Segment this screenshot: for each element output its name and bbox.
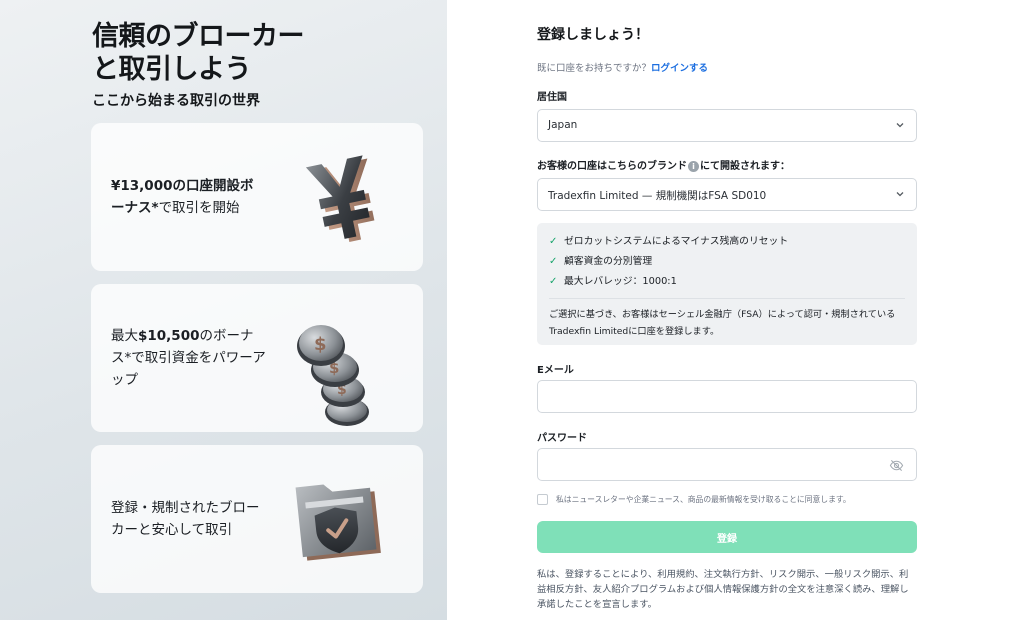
feature-item: ✓ 顧客資金の分別管理 <box>549 253 652 267</box>
shield-folder-icon <box>295 484 381 561</box>
feature-item: ✓ 最大レバレッジ：1000:1 <box>549 273 677 287</box>
register-button[interactable]: 登録 <box>537 521 917 553</box>
brand-label: お客様の口座はこちらのブランド i にて開設されます： <box>537 157 790 172</box>
bonus-card-2-bold: $10,500 <box>138 328 200 344</box>
form-title: 登録しましょう！ <box>537 27 649 43</box>
country-select[interactable]: Japan <box>537 109 917 142</box>
yen-icon <box>305 155 375 243</box>
info-icon[interactable]: i <box>688 160 699 172</box>
regulation-note: ご選択に基づき、お客様はセーシェル金融庁（FSA）によって認可・規制されているT… <box>549 309 896 337</box>
feature-text: ゼロカットシステムによるマイナス残高のリセット <box>564 236 789 247</box>
chevron-down-icon <box>896 192 904 197</box>
check-icon: ✓ <box>549 256 558 267</box>
login-link[interactable]: ログインする <box>651 63 708 74</box>
password-input[interactable] <box>538 449 868 480</box>
brand-label-pre: お客様の口座はこちらのブランド <box>537 161 687 172</box>
hero-subtitle: ここから始まる取引の世界 <box>92 93 260 109</box>
promo-panel: 信頼のブローカーと取引しよう ここから始まる取引の世界 ¥13,000の口座開設… <box>0 0 447 620</box>
feature-text: 顧客資金の分別管理 <box>564 256 653 267</box>
chevron-down-icon <box>896 123 904 128</box>
brand-select-value: Tradexfin Limited — 規制機関はFSA SD010 <box>548 190 767 202</box>
brand-label-post: にて開設されます： <box>700 161 790 172</box>
divider <box>549 298 905 299</box>
newsletter-consent-text: 私はニュースレターや企業ニュース、商品の最新情報を受け取ることに同意します。 <box>556 495 851 504</box>
bonus-card-1-rest: で取引を開始 <box>158 200 240 216</box>
brand-select[interactable]: Tradexfin Limited — 規制機関はFSA SD010 <box>537 178 917 211</box>
country-select-value: Japan <box>548 119 578 131</box>
svg-text:$: $ <box>314 334 327 355</box>
email-input[interactable] <box>538 381 868 412</box>
bonus-card-2-text: 最大$10,500のボーナス*で取引資金をパワーアップ <box>111 325 266 391</box>
bonus-card-2-pre: 最大 <box>111 328 138 344</box>
feature-item: ✓ ゼロカットシステムによるマイナス残高のリセット <box>549 233 788 247</box>
trust-card-text: 登録・規制されたブローカーと安心して取引 <box>111 500 260 538</box>
bonus-card-1-text: ¥13,000の口座開設ボーナス*で取引を開始 <box>111 175 266 219</box>
check-icon: ✓ <box>549 236 558 247</box>
login-prompt: 既に口座をお持ちですか？ログインする <box>537 60 708 74</box>
newsletter-consent: 私はニュースレターや企業ニュース、商品の最新情報を受け取ることに同意します。 <box>537 494 851 505</box>
password-label: パスワード <box>537 433 587 444</box>
email-field[interactable] <box>537 380 917 413</box>
login-prompt-text: 既に口座をお持ちですか？ <box>537 63 652 74</box>
brand-info-box: ✓ ゼロカットシステムによるマイナス残高のリセット ✓ 顧客資金の分別管理 ✓ 最大レ… <box>537 223 917 345</box>
eye-off-icon[interactable] <box>889 458 904 473</box>
newsletter-checkbox[interactable] <box>537 494 548 505</box>
country-label: 居住国 <box>537 92 567 103</box>
hero-title: 信頼のブローカーと取引しよう <box>92 21 305 85</box>
bonus-card-2: 最大$10,500のボーナス*で取引資金をパワーアップ $ $ $ <box>91 284 423 432</box>
dollar-coins-icon: $ $ $ <box>297 325 369 426</box>
password-field[interactable] <box>537 448 917 481</box>
check-icon: ✓ <box>549 276 558 287</box>
email-label: Eメール <box>537 365 574 376</box>
terms-statement: 私は、登録することにより、利用規約、注文執行方針、リスク開示、一般リスク開示、利… <box>537 569 909 610</box>
trust-card: 登録・規制されたブローカーと安心して取引 <box>91 445 423 593</box>
feature-text: 最大レバレッジ：1000:1 <box>564 276 677 287</box>
bonus-card-1: ¥13,000の口座開設ボーナス*で取引を開始 <box>91 123 423 271</box>
